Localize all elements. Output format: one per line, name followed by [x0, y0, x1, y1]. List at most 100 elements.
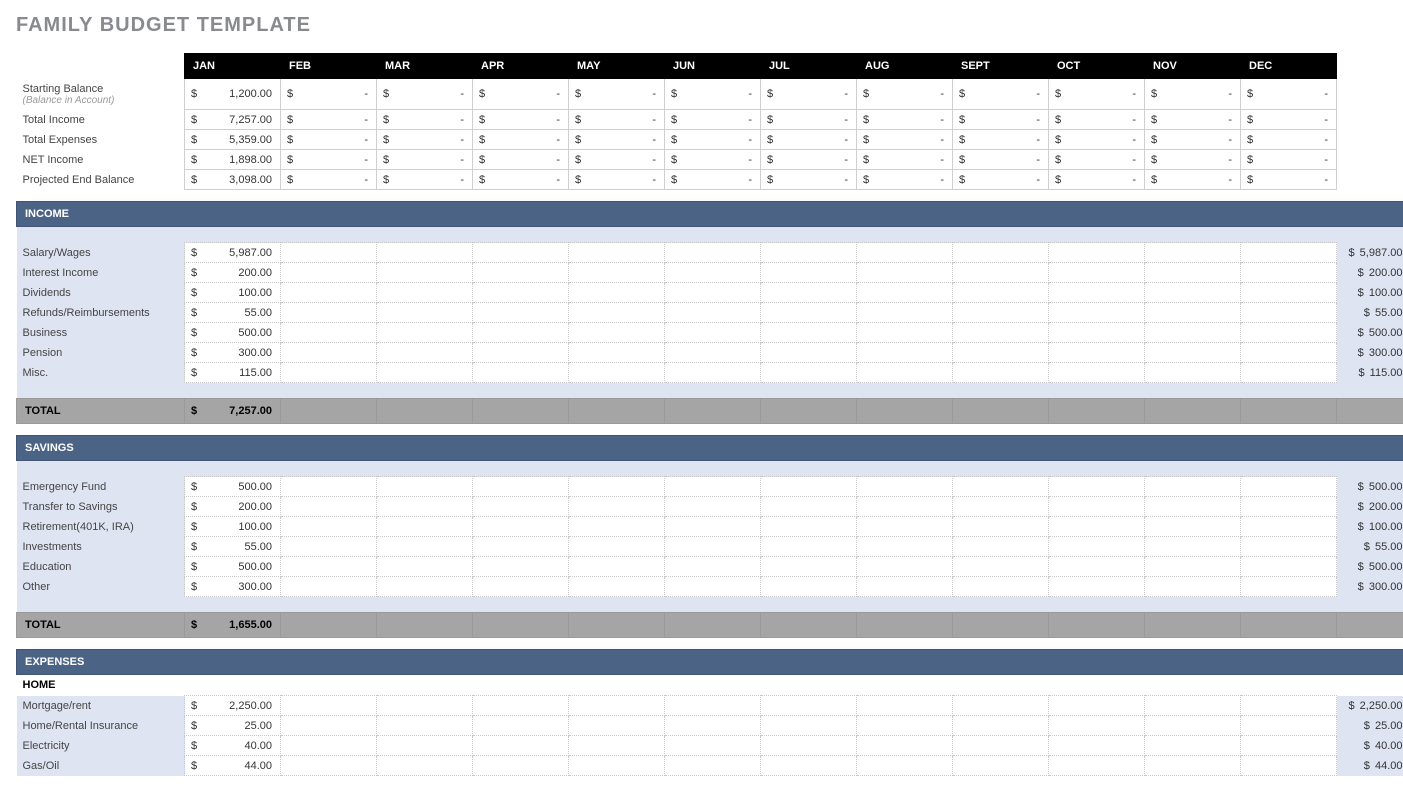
summary-cell[interactable]: $-: [1145, 79, 1241, 110]
line-item-cell[interactable]: [377, 517, 473, 537]
line-item-cell[interactable]: [281, 303, 377, 323]
line-item-cell[interactable]: [569, 243, 665, 263]
line-item-cell[interactable]: $40.00: [185, 736, 281, 756]
line-item-cell[interactable]: [665, 323, 761, 343]
line-item-cell[interactable]: [281, 736, 377, 756]
summary-cell[interactable]: $1,200.00: [185, 79, 281, 110]
line-item-cell[interactable]: [473, 323, 569, 343]
line-item-cell[interactable]: [1241, 363, 1337, 383]
line-item-cell[interactable]: [569, 497, 665, 517]
line-item-cell[interactable]: $500.00: [185, 323, 281, 343]
line-item-cell[interactable]: [1241, 577, 1337, 597]
line-item-cell[interactable]: [1049, 303, 1145, 323]
line-item-cell[interactable]: [1145, 283, 1241, 303]
summary-cell[interactable]: $-: [761, 79, 857, 110]
line-item-cell[interactable]: [665, 756, 761, 776]
line-item-cell[interactable]: [281, 557, 377, 577]
line-item-cell[interactable]: [1145, 577, 1241, 597]
summary-cell[interactable]: $-: [1049, 130, 1145, 150]
line-item-cell[interactable]: [569, 323, 665, 343]
summary-cell[interactable]: $-: [761, 150, 857, 170]
line-item-cell[interactable]: [1241, 243, 1337, 263]
line-item-cell[interactable]: [281, 343, 377, 363]
summary-cell[interactable]: $-: [281, 150, 377, 170]
line-item-cell[interactable]: [377, 696, 473, 716]
line-item-cell[interactable]: [665, 736, 761, 756]
summary-cell[interactable]: $-: [1049, 170, 1145, 190]
line-item-cell[interactable]: [377, 477, 473, 497]
line-item-cell[interactable]: [569, 736, 665, 756]
summary-cell[interactable]: $-: [761, 110, 857, 130]
line-item-cell[interactable]: [1049, 517, 1145, 537]
line-item-cell[interactable]: [857, 477, 953, 497]
summary-cell[interactable]: $-: [665, 150, 761, 170]
line-item-cell[interactable]: [1049, 243, 1145, 263]
line-item-cell[interactable]: [761, 517, 857, 537]
line-item-cell[interactable]: [1049, 263, 1145, 283]
line-item-cell[interactable]: [1241, 716, 1337, 736]
summary-cell[interactable]: $-: [1241, 130, 1337, 150]
line-item-cell[interactable]: [473, 736, 569, 756]
line-item-cell[interactable]: [1145, 263, 1241, 283]
line-item-cell[interactable]: [761, 696, 857, 716]
line-item-cell[interactable]: $500.00: [185, 477, 281, 497]
line-item-cell[interactable]: [857, 323, 953, 343]
line-item-cell[interactable]: [569, 517, 665, 537]
line-item-cell[interactable]: [473, 243, 569, 263]
line-item-cell[interactable]: [281, 716, 377, 736]
line-item-cell[interactable]: $200.00: [185, 497, 281, 517]
line-item-cell[interactable]: [953, 477, 1049, 497]
summary-cell[interactable]: $-: [1241, 110, 1337, 130]
line-item-cell[interactable]: [665, 716, 761, 736]
line-item-cell[interactable]: $2,250.00: [185, 696, 281, 716]
summary-cell[interactable]: $-: [1049, 110, 1145, 130]
line-item-cell[interactable]: [473, 477, 569, 497]
line-item-cell[interactable]: [1241, 323, 1337, 343]
line-item-cell[interactable]: [857, 557, 953, 577]
line-item-cell[interactable]: [665, 363, 761, 383]
line-item-cell[interactable]: [1049, 696, 1145, 716]
summary-cell[interactable]: $3,098.00: [185, 170, 281, 190]
summary-cell[interactable]: $-: [953, 130, 1049, 150]
summary-cell[interactable]: $-: [1241, 170, 1337, 190]
summary-cell[interactable]: $-: [665, 79, 761, 110]
line-item-cell[interactable]: [569, 283, 665, 303]
line-item-cell[interactable]: [761, 537, 857, 557]
summary-cell[interactable]: $-: [473, 110, 569, 130]
summary-cell[interactable]: $-: [761, 170, 857, 190]
line-item-cell[interactable]: [1049, 557, 1145, 577]
line-item-cell[interactable]: [1241, 303, 1337, 323]
line-item-cell[interactable]: $300.00: [185, 577, 281, 597]
line-item-cell[interactable]: [377, 303, 473, 323]
line-item-cell[interactable]: [761, 323, 857, 343]
line-item-cell[interactable]: [665, 243, 761, 263]
line-item-cell[interactable]: [953, 557, 1049, 577]
summary-cell[interactable]: $-: [953, 170, 1049, 190]
line-item-cell[interactable]: [569, 363, 665, 383]
line-item-cell[interactable]: [857, 537, 953, 557]
line-item-cell[interactable]: [473, 756, 569, 776]
line-item-cell[interactable]: [953, 243, 1049, 263]
line-item-cell[interactable]: [761, 363, 857, 383]
line-item-cell[interactable]: [761, 243, 857, 263]
summary-cell[interactable]: $-: [281, 79, 377, 110]
summary-cell[interactable]: $-: [1145, 170, 1241, 190]
line-item-cell[interactable]: $300.00: [185, 343, 281, 363]
line-item-cell[interactable]: $115.00: [185, 363, 281, 383]
line-item-cell[interactable]: [761, 477, 857, 497]
line-item-cell[interactable]: [1049, 537, 1145, 557]
line-item-cell[interactable]: [377, 716, 473, 736]
line-item-cell[interactable]: [761, 736, 857, 756]
line-item-cell[interactable]: $5,987.00: [185, 243, 281, 263]
line-item-cell[interactable]: [281, 696, 377, 716]
line-item-cell[interactable]: [761, 557, 857, 577]
line-item-cell[interactable]: [761, 756, 857, 776]
line-item-cell[interactable]: [569, 716, 665, 736]
summary-cell[interactable]: $-: [1145, 130, 1241, 150]
line-item-cell[interactable]: [1145, 363, 1241, 383]
summary-cell[interactable]: $-: [281, 130, 377, 150]
line-item-cell[interactable]: $25.00: [185, 716, 281, 736]
line-item-cell[interactable]: [1145, 303, 1241, 323]
line-item-cell[interactable]: [1145, 477, 1241, 497]
line-item-cell[interactable]: [953, 736, 1049, 756]
